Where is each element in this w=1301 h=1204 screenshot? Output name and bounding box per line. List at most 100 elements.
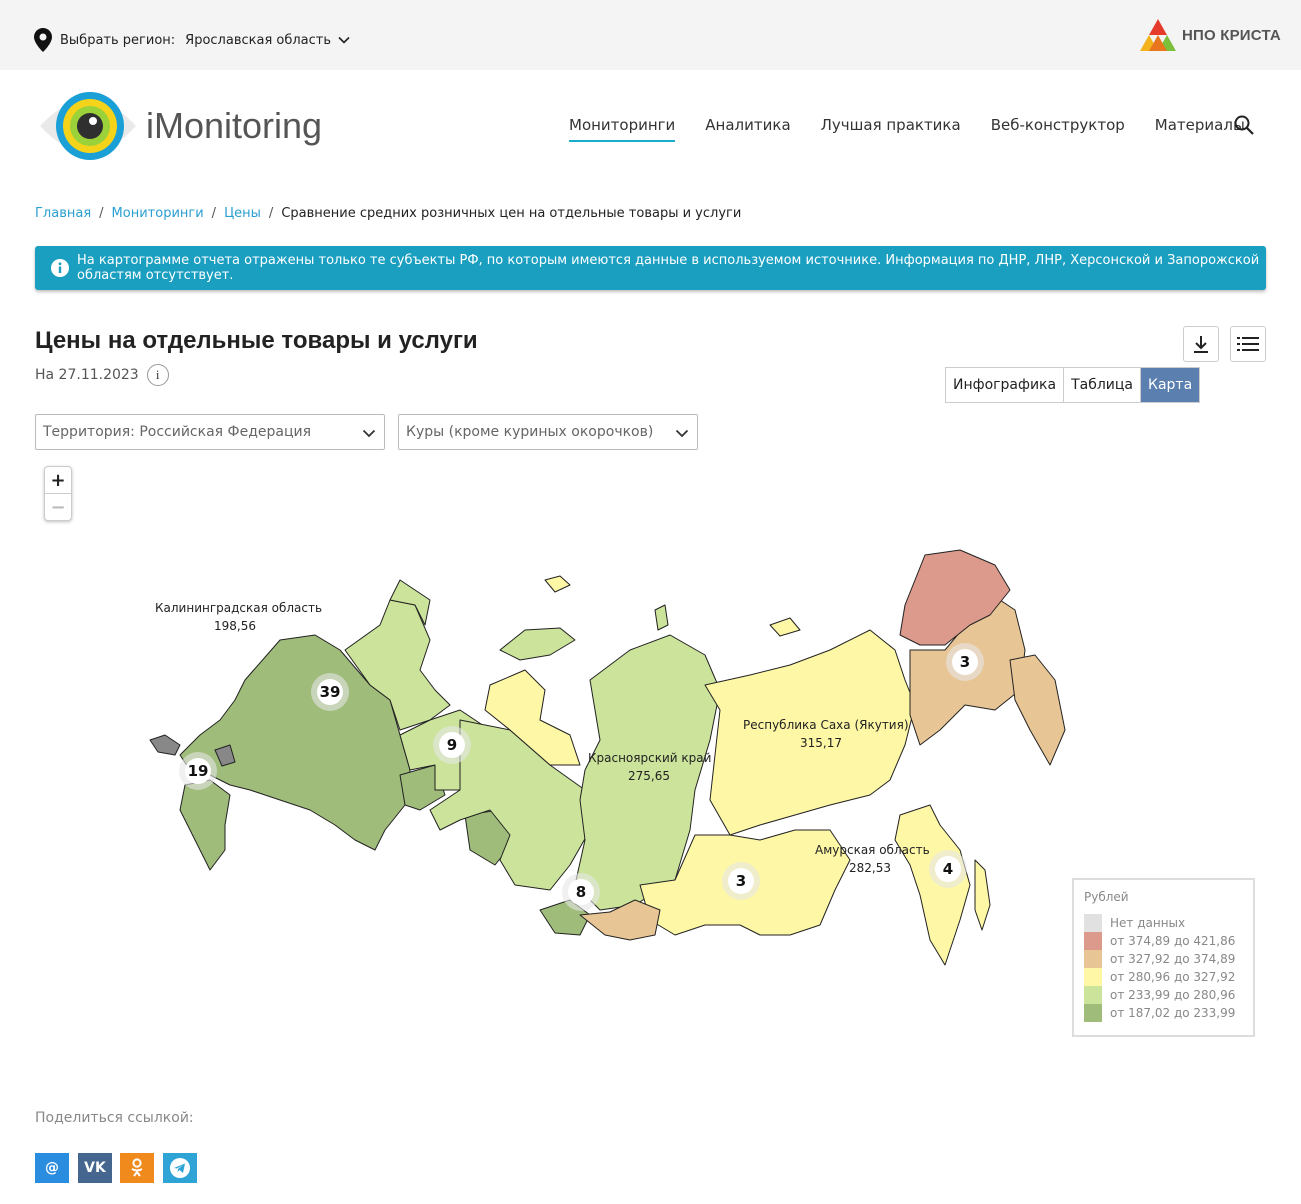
zoom-out-button[interactable]: − [45, 494, 71, 521]
brand-logo[interactable]: iMonitoring [38, 88, 322, 164]
map-region-taimyr-islands[interactable] [544, 575, 571, 593]
chevron-down-icon [675, 429, 689, 438]
breadcrumb-separator: / [211, 206, 217, 221]
brand-name: iMonitoring [146, 105, 323, 146]
map-region-primorye[interactable] [894, 804, 971, 966]
map-value-amur: 282,53 [849, 861, 891, 875]
map-cluster-marker[interactable]: 9 [433, 726, 471, 764]
map-region-kamchatka[interactable] [1009, 654, 1066, 766]
map-cluster-marker[interactable]: 8 [562, 873, 600, 911]
alert-text: На картограмме отчета отражены только те… [77, 253, 1260, 283]
territory-select[interactable]: Территория: Российская Федерация [35, 414, 385, 450]
page-title: Цены на отдельные товары и услуги [35, 327, 478, 354]
product-select-value: Куры (кроме куриных окорочков) [406, 424, 654, 440]
report-date-text: На 27.11.2023 [35, 367, 139, 383]
report-date: На 27.11.2023 i [35, 364, 169, 386]
breadcrumb-separator: / [99, 206, 104, 221]
legend-item[interactable]: от 280,96 до 327,92 [1084, 968, 1243, 986]
map-cluster-count: 4 [943, 860, 953, 878]
legend-swatch [1084, 950, 1102, 968]
list-icon [1237, 337, 1259, 351]
map-cluster-marker[interactable]: 39 [311, 673, 349, 711]
map-region-island[interactable] [654, 604, 669, 631]
legend-label: Нет данных [1110, 916, 1186, 930]
map-region-yakutia[interactable] [704, 629, 916, 836]
zoom-in-button[interactable]: + [45, 467, 71, 494]
breadcrumb-monitoring[interactable]: Мониторинги [112, 206, 204, 221]
main-nav: Мониторинги Аналитика Лучшая практика Ве… [569, 114, 1275, 142]
chevron-down-icon [362, 429, 376, 438]
map-value-krasnoyarsk: 275,65 [628, 769, 670, 783]
map-legend: Рублей Нет данных от 374,89 до 421,86 от 3… [1072, 878, 1255, 1037]
breadcrumb-home[interactable]: Главная [35, 206, 91, 221]
share-vk-button[interactable]: VK [78, 1153, 112, 1183]
search-icon[interactable] [1233, 114, 1255, 136]
map-region-south[interactable] [179, 779, 231, 871]
location-pin-icon [34, 28, 52, 52]
nav-item-monitoring[interactable]: Мониторинги [569, 116, 676, 142]
legend-swatch [1084, 968, 1102, 986]
breadcrumb-separator: / [268, 206, 274, 221]
share-telegram-button[interactable] [163, 1153, 197, 1183]
nav-item-materials[interactable]: Материалы [1155, 116, 1245, 138]
map-region-novaya-zemlya[interactable] [499, 627, 576, 661]
map-cluster-marker[interactable]: 3 [946, 643, 984, 681]
map-cluster-marker[interactable]: 19 [179, 752, 217, 790]
map-cluster-marker[interactable]: 3 [722, 862, 760, 900]
ok-icon [131, 1158, 143, 1177]
map-region-island[interactable] [769, 617, 801, 637]
map-cluster-count: 19 [188, 762, 209, 780]
krista-triangles-icon [1140, 19, 1176, 51]
map-cluster-count: 8 [576, 883, 586, 901]
map-cluster-count: 3 [960, 653, 970, 671]
download-button[interactable] [1183, 326, 1219, 362]
legend-title: Рублей [1084, 890, 1129, 904]
legend-label: от 327,92 до 374,89 [1110, 952, 1236, 966]
nav-item-best-practice[interactable]: Лучшая практика [821, 116, 961, 138]
map-cluster-count: 3 [736, 872, 746, 890]
product-select[interactable]: Куры (кроме куриных окорочков) [398, 414, 698, 450]
top-bar: Выбрать регион: Ярославская область НПО … [0, 0, 1301, 70]
legend-item[interactable]: Нет данных [1084, 914, 1243, 932]
breadcrumb-prices[interactable]: Цены [224, 206, 261, 221]
legend-label: от 374,89 до 421,86 [1110, 934, 1236, 948]
download-icon [1194, 336, 1208, 353]
legend-item[interactable]: от 327,92 до 374,89 [1084, 950, 1243, 968]
map-label-yakutia: Республика Саха (Якутия) [743, 718, 909, 732]
region-selector[interactable]: Выбрать регион: Ярославская область [34, 28, 351, 52]
legend-item[interactable]: от 233,99 до 280,96 [1084, 986, 1243, 1004]
map-label-kaliningrad: Калининградская область [155, 601, 322, 615]
map-cluster-marker[interactable]: 4 [929, 850, 967, 888]
nav-item-analytics[interactable]: Аналитика [705, 116, 790, 138]
view-switcher: Инфографика Таблица Карта [945, 367, 1201, 403]
map-label-krasnoyarsk: Красноярский край [588, 751, 711, 765]
legend-label: от 280,96 до 327,92 [1110, 970, 1236, 984]
share-mail-button[interactable]: @ [35, 1153, 69, 1183]
map-region-no-data[interactable] [149, 734, 181, 756]
legend-item[interactable]: от 187,02 до 233,99 [1084, 1004, 1243, 1022]
legend-item[interactable]: от 374,89 до 421,86 [1084, 932, 1243, 950]
russia-choropleth-map[interactable]: Калининградская область 198,56 Республик… [130, 540, 1080, 980]
map-zoom-control: + − [44, 466, 72, 521]
region-label: Выбрать регион: [60, 32, 176, 48]
map-value-kaliningrad: 198,56 [214, 619, 256, 633]
map-region-sakhalin[interactable] [974, 859, 991, 931]
chevron-down-icon[interactable] [337, 33, 351, 47]
breadcrumb: Главная / Мониторинги / Цены / Сравнение… [35, 206, 741, 221]
info-alert: На картограмме отчета отражены только те… [35, 246, 1266, 290]
share-label: Поделиться ссылкой: [35, 1110, 194, 1126]
region-value[interactable]: Ярославская область [185, 33, 331, 48]
tab-map[interactable]: Карта [1141, 368, 1200, 402]
tab-table[interactable]: Таблица [1064, 368, 1142, 402]
menu-button[interactable] [1230, 326, 1266, 362]
mail-icon: @ [45, 1160, 59, 1176]
share-ok-button[interactable] [120, 1153, 154, 1183]
breadcrumb-current: Сравнение средних розничных цен на отдел… [281, 206, 742, 221]
nav-item-web-constructor[interactable]: Веб-конструктор [991, 116, 1125, 138]
vk-icon: VK [84, 1160, 106, 1176]
krista-logo[interactable]: НПО КРИСТА [1140, 18, 1281, 52]
legend-swatch [1084, 986, 1102, 1004]
info-icon[interactable]: i [146, 364, 169, 386]
legend-label: от 233,99 до 280,96 [1110, 988, 1236, 1002]
tab-infographic[interactable]: Инфографика [946, 368, 1065, 402]
